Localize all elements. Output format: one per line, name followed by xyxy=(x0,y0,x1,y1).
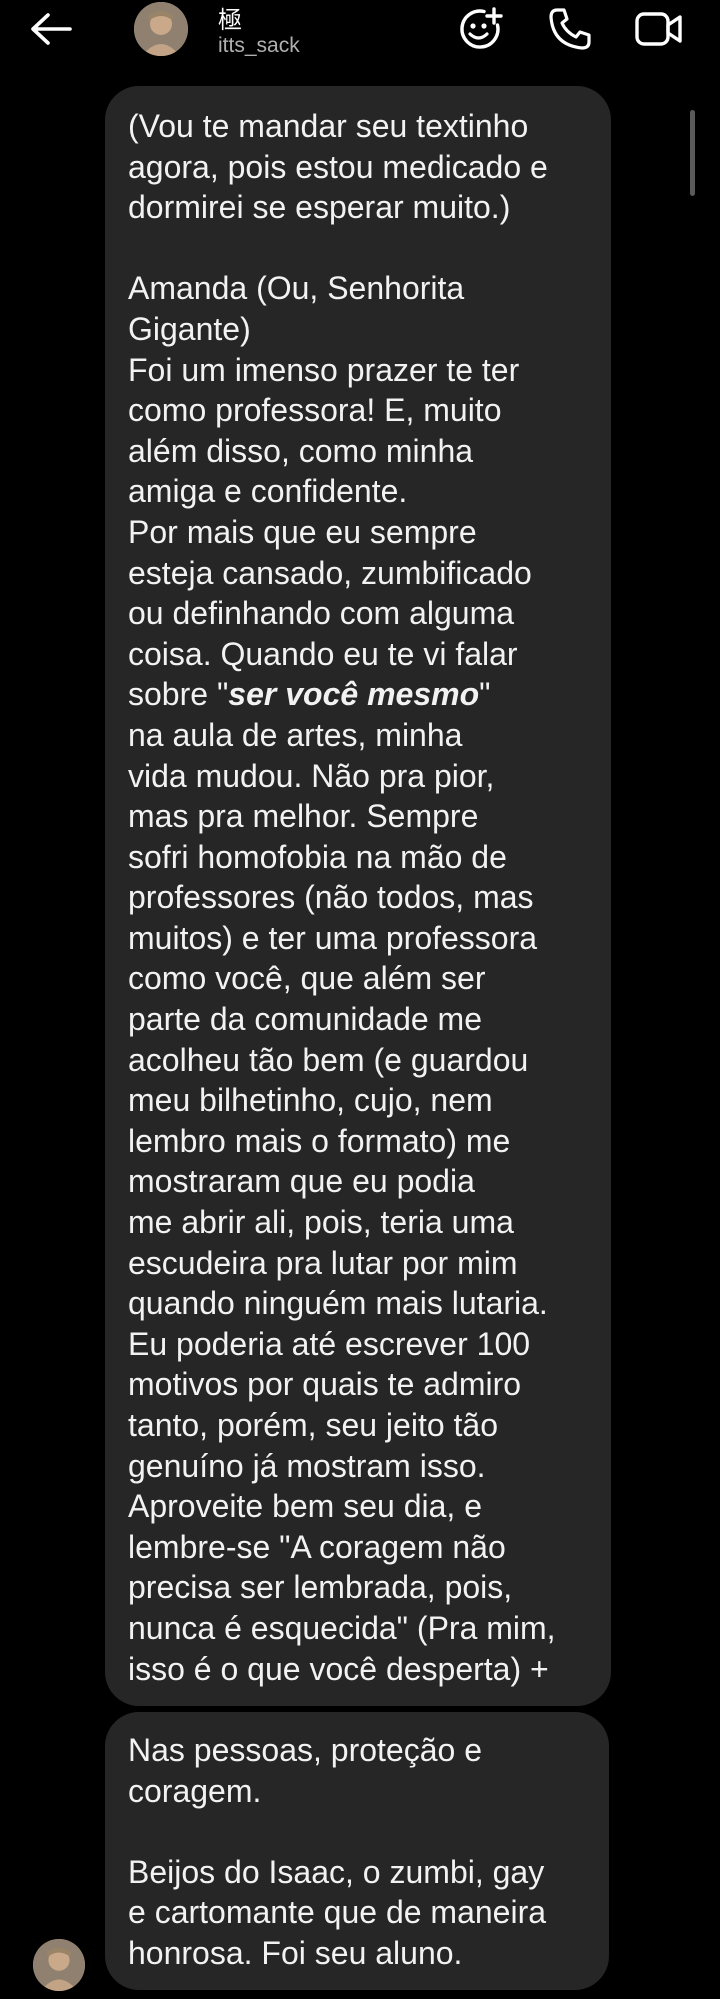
back-button[interactable] xyxy=(22,6,80,52)
sender-avatar[interactable] xyxy=(33,1939,85,1991)
effects-button[interactable] xyxy=(455,4,505,54)
contact-username[interactable]: itts_sack xyxy=(218,34,300,58)
message-text: (Vou te mandar seu textinho agora, pois … xyxy=(128,108,548,713)
sticker-plus-icon xyxy=(460,7,503,49)
video-camera-icon xyxy=(635,12,682,46)
arrow-left-icon xyxy=(31,13,72,45)
chat-header: 極 itts_sack xyxy=(0,0,720,62)
video-call-button[interactable] xyxy=(634,4,684,54)
message-bubble[interactable]: (Vou te mandar seu textinho agora, pois … xyxy=(105,86,611,1706)
phone-icon xyxy=(549,8,591,50)
scrollbar[interactable] xyxy=(690,110,695,196)
audio-call-button[interactable] xyxy=(545,4,595,54)
message-emphasis: ser você mesmo xyxy=(228,676,480,713)
message-text: " na aula de artes, minha vida mudou. Nã… xyxy=(128,676,556,1687)
message-text: Nas pessoas, proteção e coragem. Beijos … xyxy=(128,1732,547,1971)
contact-display-name[interactable]: 極 xyxy=(218,0,242,35)
message-bubble[interactable]: Nas pessoas, proteção e coragem. Beijos … xyxy=(105,1712,609,1990)
contact-avatar[interactable] xyxy=(134,2,188,56)
